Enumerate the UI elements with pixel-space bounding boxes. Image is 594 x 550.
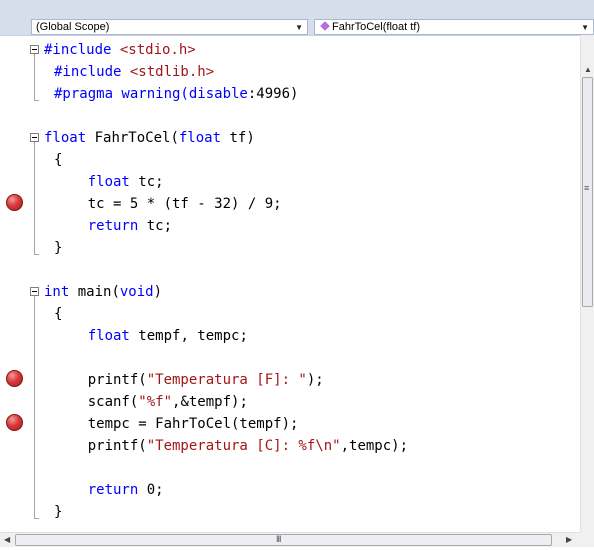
code-token: tc;	[138, 218, 173, 234]
code-token: ,&tempf);	[172, 394, 248, 410]
member-combo-value: FahrToCel(float tf)	[332, 21, 421, 33]
code-token: )	[153, 284, 163, 300]
horizontal-scroll-thumb[interactable]: III	[15, 534, 552, 546]
code-line[interactable]: {	[54, 303, 62, 325]
code-token: return	[87, 482, 139, 498]
code-token: int	[44, 284, 70, 300]
code-token: #include	[44, 42, 120, 58]
scope-combo[interactable]: (Global Scope) ▼	[31, 19, 308, 35]
horizontal-scrollbar[interactable]: ◀ III ▶	[0, 532, 580, 547]
breakpoint-icon[interactable]	[6, 194, 23, 211]
navigation-bar: (Global Scope) ▼ FahrToCel(float tf) ▼	[0, 0, 594, 35]
code-line[interactable]: #include <stdio.h>	[44, 39, 196, 61]
code-token: main(	[69, 284, 120, 300]
code-token: tc;	[129, 174, 164, 190]
breakpoint-margin[interactable]	[0, 36, 28, 533]
scroll-up-arrow-icon[interactable]: ▲	[584, 65, 592, 75]
outline-guide-end	[34, 254, 39, 255]
code-token: 0;	[138, 482, 164, 498]
code-line[interactable]: float tc;	[54, 171, 164, 193]
code-line[interactable]: return 0;	[54, 479, 164, 501]
outlining-margin	[30, 36, 42, 533]
code-token: printf(	[54, 438, 147, 454]
code-token: tf)	[221, 130, 255, 146]
code-token: float	[87, 328, 130, 344]
code-token: return	[87, 218, 139, 234]
outline-guide	[34, 142, 35, 254]
code-token: {	[54, 306, 63, 322]
code-line[interactable]: #include <stdlib.h>	[54, 61, 214, 83]
code-line[interactable]: {	[54, 149, 62, 171]
code-token: <stdio.h>	[119, 42, 196, 58]
code-token: <stdlib.h>	[129, 64, 215, 80]
outline-guide	[34, 296, 35, 518]
scrollbar-corner	[580, 532, 594, 547]
code-token: ,tempc);	[340, 438, 409, 454]
code-line[interactable]: return tc;	[54, 215, 172, 237]
scroll-left-arrow-icon[interactable]: ◀	[4, 535, 10, 545]
code-token: disable	[188, 86, 248, 102]
code-token: tc = 5 * (tf - 32) / 9;	[54, 196, 282, 212]
code-token: float	[87, 174, 130, 190]
code-token: void	[119, 284, 154, 300]
code-token: {	[54, 152, 63, 168]
code-token: );	[306, 372, 324, 388]
chevron-down-icon[interactable]: ▼	[581, 21, 589, 35]
collapse-toggle-icon[interactable]	[30, 287, 39, 296]
code-token: FahrToCel(	[86, 130, 179, 146]
code-line[interactable]: printf("Temperatura [F]: ");	[54, 369, 324, 391]
code-line[interactable]: float tempf, tempc;	[54, 325, 248, 347]
code-line[interactable]: int main(void)	[44, 281, 162, 303]
code-line[interactable]: }	[54, 501, 62, 523]
code-token: float	[178, 130, 222, 146]
grip-icon: ≡	[584, 183, 589, 193]
code-token: tempc = FahrToCel(tempf);	[54, 416, 299, 432]
code-token: }	[54, 504, 63, 520]
collapse-toggle-icon[interactable]	[30, 133, 39, 142]
vertical-scrollbar[interactable]: ▲ ≡ ▼	[580, 35, 594, 549]
breakpoint-icon[interactable]	[6, 414, 23, 431]
member-combo[interactable]: FahrToCel(float tf) ▼	[314, 19, 594, 35]
collapse-toggle-icon[interactable]	[30, 45, 39, 54]
code-line[interactable]: }	[54, 237, 62, 259]
grip-label: III	[276, 534, 281, 544]
code-token: }	[54, 240, 63, 256]
scroll-right-arrow-icon[interactable]: ▶	[566, 535, 572, 545]
code-token: scanf(	[54, 394, 139, 410]
code-token: printf(	[54, 372, 147, 388]
outline-guide	[34, 54, 35, 100]
code-line[interactable]: #pragma warning(disable:4996)	[54, 83, 298, 105]
outline-guide-end	[34, 518, 39, 519]
code-token: float	[44, 130, 87, 146]
outline-guide-end	[34, 100, 39, 101]
code-token: #include	[54, 64, 130, 80]
code-line[interactable]: printf("Temperatura [C]: %f\n",tempc);	[54, 435, 408, 457]
scope-combo-value: (Global Scope)	[36, 21, 110, 33]
code-line[interactable]: tc = 5 * (tf - 32) / 9;	[54, 193, 282, 215]
breakpoint-icon[interactable]	[6, 370, 23, 387]
code-line[interactable]: scanf("%f",&tempf);	[54, 391, 248, 413]
code-token: "%f"	[138, 394, 173, 410]
code-area[interactable]: #include <stdio.h> #include <stdlib.h> #pr…	[44, 36, 579, 533]
code-token: "Temperatura [F]: "	[146, 372, 307, 388]
code-line[interactable]: tempc = FahrToCel(tempf);	[54, 413, 299, 435]
method-icon	[320, 21, 330, 31]
code-token: #pragma warning(	[54, 86, 189, 102]
code-line[interactable]: float FahrToCel(float tf)	[44, 127, 255, 149]
code-token: "Temperatura [C]: %f\n"	[146, 438, 341, 454]
code-token: tempf, tempc;	[129, 328, 248, 344]
chevron-down-icon[interactable]: ▼	[295, 21, 303, 35]
code-token: :4996)	[247, 86, 299, 102]
code-editor[interactable]: #include <stdio.h> #include <stdlib.h> #pr…	[0, 35, 594, 533]
